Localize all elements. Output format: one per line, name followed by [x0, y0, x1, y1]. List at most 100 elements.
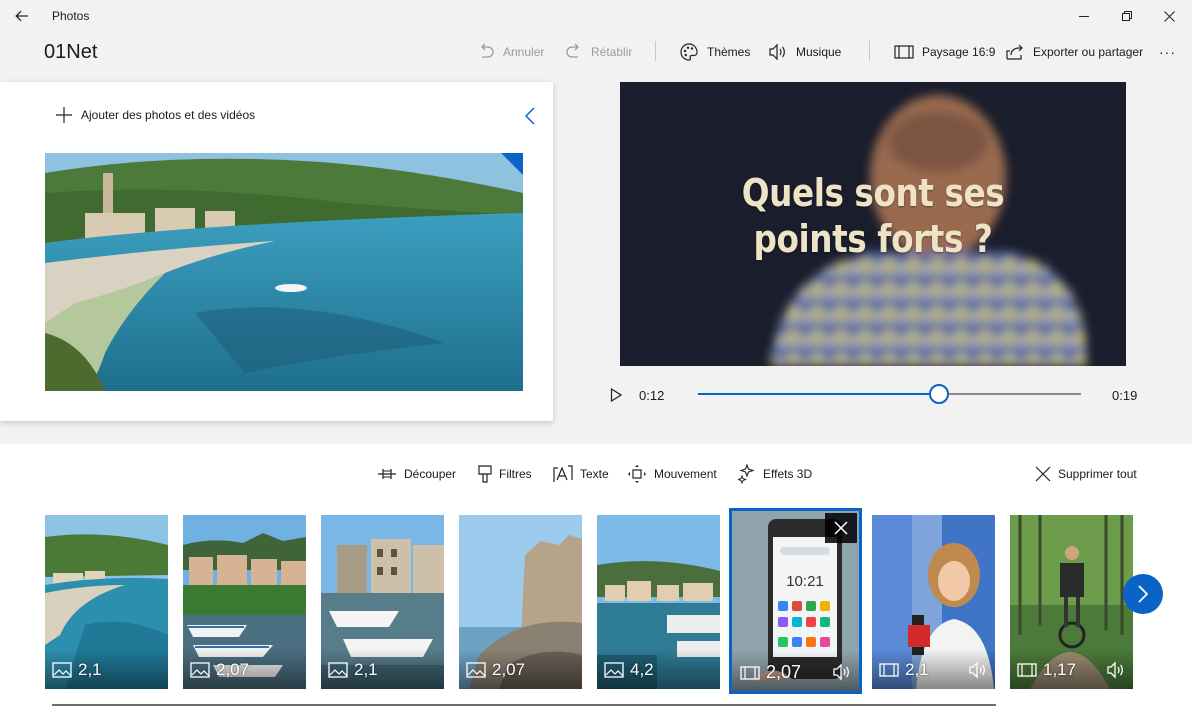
remove-all-label: Supprimer tout	[1058, 467, 1137, 481]
film-frame-icon	[894, 45, 914, 59]
volume-icon[interactable]	[832, 663, 852, 681]
redo-label: Rétablir	[591, 45, 633, 59]
music-label: Musique	[796, 45, 842, 59]
restore-button[interactable]	[1104, 0, 1150, 32]
remove-card-button[interactable]	[825, 513, 857, 543]
speaker-icon	[769, 43, 785, 61]
undo-button[interactable]: Annuler	[477, 40, 544, 64]
toolbar-divider	[869, 41, 870, 61]
filters-label: Filtres	[499, 467, 532, 481]
minimize-button[interactable]	[1061, 0, 1107, 32]
trim-icon	[378, 469, 396, 479]
aspect-ratio-button[interactable]: Paysage 16:9	[894, 40, 995, 64]
motion-icon	[628, 465, 646, 483]
collapse-library-button[interactable]	[520, 104, 540, 128]
3d-effects-button[interactable]: Effets 3D	[738, 464, 813, 484]
video-preview[interactable]: Quels sont ses points forts ?	[620, 82, 1126, 366]
chevron-right-icon	[1138, 585, 1148, 603]
trim-button[interactable]: Découper	[377, 465, 456, 483]
chevron-left-icon	[525, 107, 535, 125]
storyboard-card[interactable]: 1,17	[1010, 515, 1133, 689]
card-duration-value: 1,17	[1043, 660, 1077, 679]
card-duration: 2,07	[466, 660, 525, 680]
redo-icon	[566, 43, 579, 58]
card-duration-value: 2,1	[78, 660, 102, 679]
card-duration-value: 2,07	[492, 660, 526, 679]
back-button[interactable]	[10, 4, 34, 28]
filter-icon	[478, 465, 492, 483]
add-photos-videos-label: Ajouter des photos et des vidéos	[81, 108, 256, 122]
play-button[interactable]	[607, 386, 625, 404]
current-time: 0:12	[639, 388, 665, 403]
undo-label: Annuler	[503, 45, 545, 59]
seek-slider[interactable]	[698, 384, 1081, 404]
storyboard-card-selected[interactable]: 10:21 2,07	[729, 508, 862, 694]
storyboard-card[interactable]: 2,07	[183, 515, 306, 689]
more-options-icon: ···	[1159, 44, 1176, 60]
seek-progress	[698, 393, 940, 395]
total-time: 0:19	[1112, 388, 1138, 403]
storyboard-scrollbar[interactable]	[52, 704, 996, 706]
project-library-panel: Ajouter des photos et des vidéos	[0, 82, 553, 421]
preview-title-text: Quels sont ses points forts ?	[655, 170, 1090, 262]
photo-icon	[328, 662, 348, 678]
share-icon	[1006, 44, 1023, 60]
filters-button[interactable]: Filtres	[478, 465, 532, 483]
in-project-indicator	[501, 153, 523, 175]
storyboard-card[interactable]: 2,1	[872, 515, 995, 689]
scroll-next-button[interactable]	[1123, 574, 1163, 614]
text-label: Texte	[580, 467, 609, 481]
title-bar: Photos	[0, 0, 1192, 32]
3d-effects-label: Effets 3D	[763, 467, 813, 481]
trim-label: Découper	[404, 467, 457, 481]
toolbar-divider	[655, 41, 656, 61]
add-photos-videos-button[interactable]: Ajouter des photos et des vidéos	[55, 106, 255, 124]
card-duration: 2,1	[52, 660, 102, 680]
card-duration: 2,07	[740, 662, 801, 683]
motion-label: Mouvement	[654, 467, 717, 481]
photo-icon	[190, 662, 210, 678]
plus-icon	[56, 107, 72, 123]
storyboard-card[interactable]: 2,1	[321, 515, 444, 689]
card-duration: 2,1	[879, 660, 929, 680]
card-duration: 2,1	[328, 660, 378, 680]
project-title: 01Net	[44, 41, 98, 63]
palette-icon	[680, 43, 698, 61]
sparkle-icon	[738, 464, 755, 484]
phone-clock: 10:21	[786, 573, 824, 590]
caption-line-1: Quels sont ses	[741, 171, 1005, 215]
card-duration-value: 2,1	[354, 660, 378, 679]
card-duration-value: 2,07	[216, 660, 250, 679]
themes-label: Thèmes	[707, 45, 751, 59]
photo-icon	[604, 662, 624, 678]
music-button[interactable]: Musique	[768, 40, 841, 64]
storyboard-card[interactable]: 2,1	[45, 515, 168, 689]
photo-icon	[466, 662, 486, 678]
motion-button[interactable]: Mouvement	[627, 465, 717, 483]
card-duration: 2,07	[190, 660, 249, 680]
volume-icon[interactable]	[1106, 661, 1126, 679]
close-icon	[834, 521, 848, 535]
close-icon	[1035, 466, 1051, 482]
text-button[interactable]: Texte	[553, 465, 609, 483]
video-icon	[879, 663, 899, 677]
library-media-thumbnail[interactable]	[45, 153, 523, 391]
aspect-ratio-label: Paysage 16:9	[922, 45, 996, 59]
close-window-button[interactable]	[1146, 0, 1192, 32]
redo-button[interactable]: Rétablir	[565, 40, 632, 64]
storyboard-card[interactable]: 2,07	[459, 515, 582, 689]
seek-thumb[interactable]	[929, 384, 950, 404]
more-options-button[interactable]: ···	[1159, 40, 1176, 64]
volume-icon[interactable]	[968, 661, 988, 679]
arrow-left-icon	[15, 10, 28, 22]
themes-button[interactable]: Thèmes	[679, 40, 750, 64]
play-icon	[610, 388, 622, 402]
corsica-bay-photo	[45, 153, 523, 391]
card-duration-value: 2,1	[905, 660, 929, 679]
storyboard-card[interactable]: 4,2	[597, 515, 720, 689]
export-share-label: Exporter ou partager	[1033, 45, 1144, 59]
photo-icon	[52, 662, 72, 678]
remove-all-button[interactable]: Supprimer tout	[1035, 465, 1137, 483]
export-share-button[interactable]: Exporter ou partager	[1005, 40, 1143, 64]
card-duration: 4,2	[604, 660, 654, 680]
